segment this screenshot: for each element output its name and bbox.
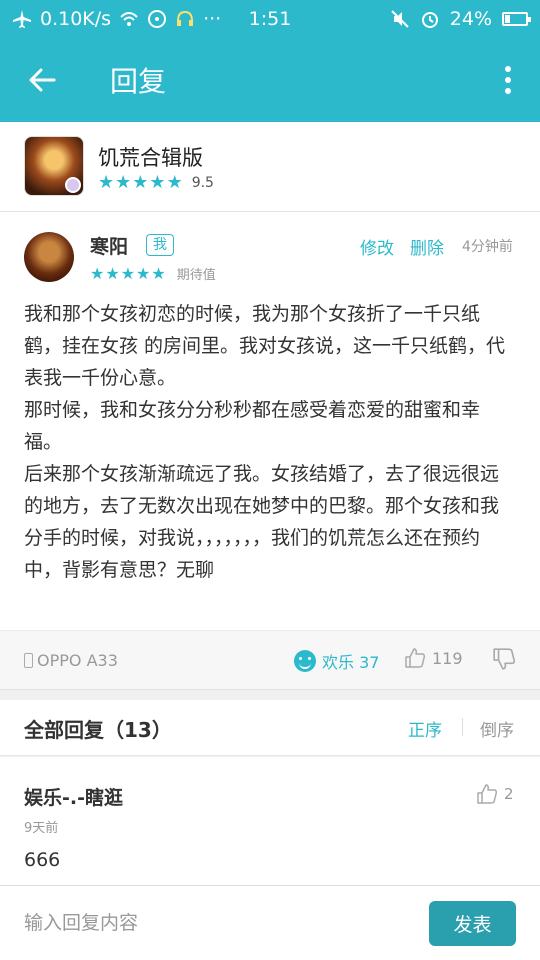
replies-title: 全部回复（13） [24,718,172,742]
like-count: 119 [432,648,463,668]
status-right: 24% [390,8,531,30]
status-bar: 0.10K/s ··· 1:51 24% [0,0,540,38]
thumbs-up-icon [477,784,498,804]
post-rating: ★ ★ ★ ★ ★ 期待值 [90,264,216,283]
send-button[interactable]: 发表 [429,901,516,946]
reply-like-button[interactable]: 2 [476,783,514,805]
rating-label: 期待值 [176,268,216,283]
battery-icon [502,12,531,26]
app-bar: 回复 [0,38,540,122]
thumbs-up-icon [405,648,426,668]
post-time: 4分钟前 [462,239,513,255]
post-paragraph: 那时候，我和女孩分分秒秒都在感受着恋爱的甜蜜和幸福。 [24,399,481,453]
device-info: OPPO A33 [24,651,118,670]
sort-ascending-button[interactable]: 正序 [408,716,442,741]
replies-header: 全部回复（13） 正序 倒序 [0,700,540,756]
thumbs-down-icon[interactable] [492,647,516,671]
star-icon: ★ [132,172,149,193]
sort-descending-button[interactable]: 倒序 [480,716,514,741]
review-post: 寒阳 我 ★ ★ ★ ★ ★ 期待值 修改 删除 4分钟前 我和那个女孩初恋的时… [0,212,540,630]
reply-text: 666 [24,849,61,871]
post-paragraph: 我和那个女孩初恋的时候，我为那个女孩折了一千只纸鹤，挂在女孩 的房间里。我对女孩… [24,303,506,389]
page-title: 回复 [110,65,167,98]
delete-button[interactable]: 删除 [410,234,444,259]
mute-icon [391,10,409,28]
back-arrow-icon[interactable] [24,62,60,98]
star-icon: ★ [120,263,136,283]
more-options-icon[interactable] [500,62,516,98]
edit-button[interactable]: 修改 [360,234,394,259]
game-badge-icon [65,177,81,193]
star-icon: ★ [115,172,132,193]
like-button[interactable]: 119 [404,647,463,669]
avatar[interactable] [24,232,74,282]
game-score: 9.5 [191,175,214,191]
battery-percent: 24% [449,8,492,30]
star-icon: ★ [166,172,183,193]
game-icon [24,136,84,196]
sort-divider [462,718,463,736]
reply-input[interactable] [24,908,404,938]
reply-like-count: 2 [504,785,514,803]
phone-icon [24,653,33,668]
reply-time: 9天前 [24,821,59,836]
me-badge: 我 [146,234,174,256]
game-rating: ★ ★ ★ ★ ★ 9.5 [98,174,214,192]
post-footer: OPPO A33 欢乐 37 119 [0,630,540,690]
post-body: 我和那个女孩初恋的时候，我为那个女孩折了一千只纸鹤，挂在女孩 的房间里。我对女孩… [24,298,516,586]
device-name: OPPO A33 [37,651,118,670]
game-card[interactable]: 饥荒合辑版 ★ ★ ★ ★ ★ 9.5 [0,122,540,212]
alarm-icon [421,12,438,28]
mood-button[interactable]: 欢乐 37 [294,649,379,673]
game-name: 饥荒合辑版 [98,146,203,170]
star-icon: ★ [136,263,151,283]
smiley-icon [294,650,316,672]
star-icon: ★ [151,263,166,283]
reply-username[interactable]: 娱乐-.-瞎逛 [24,783,123,810]
post-paragraph: 后来那个女孩渐渐疏远了我。女孩结婚了，去了很远很远的地方，去了无数次出现在她梦中… [24,463,500,581]
star-icon: ★ [98,172,115,193]
mood-label: 欢乐 37 [322,653,380,672]
star-icon: ★ [90,263,105,283]
star-icon: ★ [105,263,120,283]
post-username[interactable]: 寒阳 [90,232,128,259]
list-item: 娱乐-.-瞎逛 9天前 666 2 [0,757,540,885]
reply-input-bar: 发表 [0,885,540,960]
star-icon: ★ [149,172,166,193]
